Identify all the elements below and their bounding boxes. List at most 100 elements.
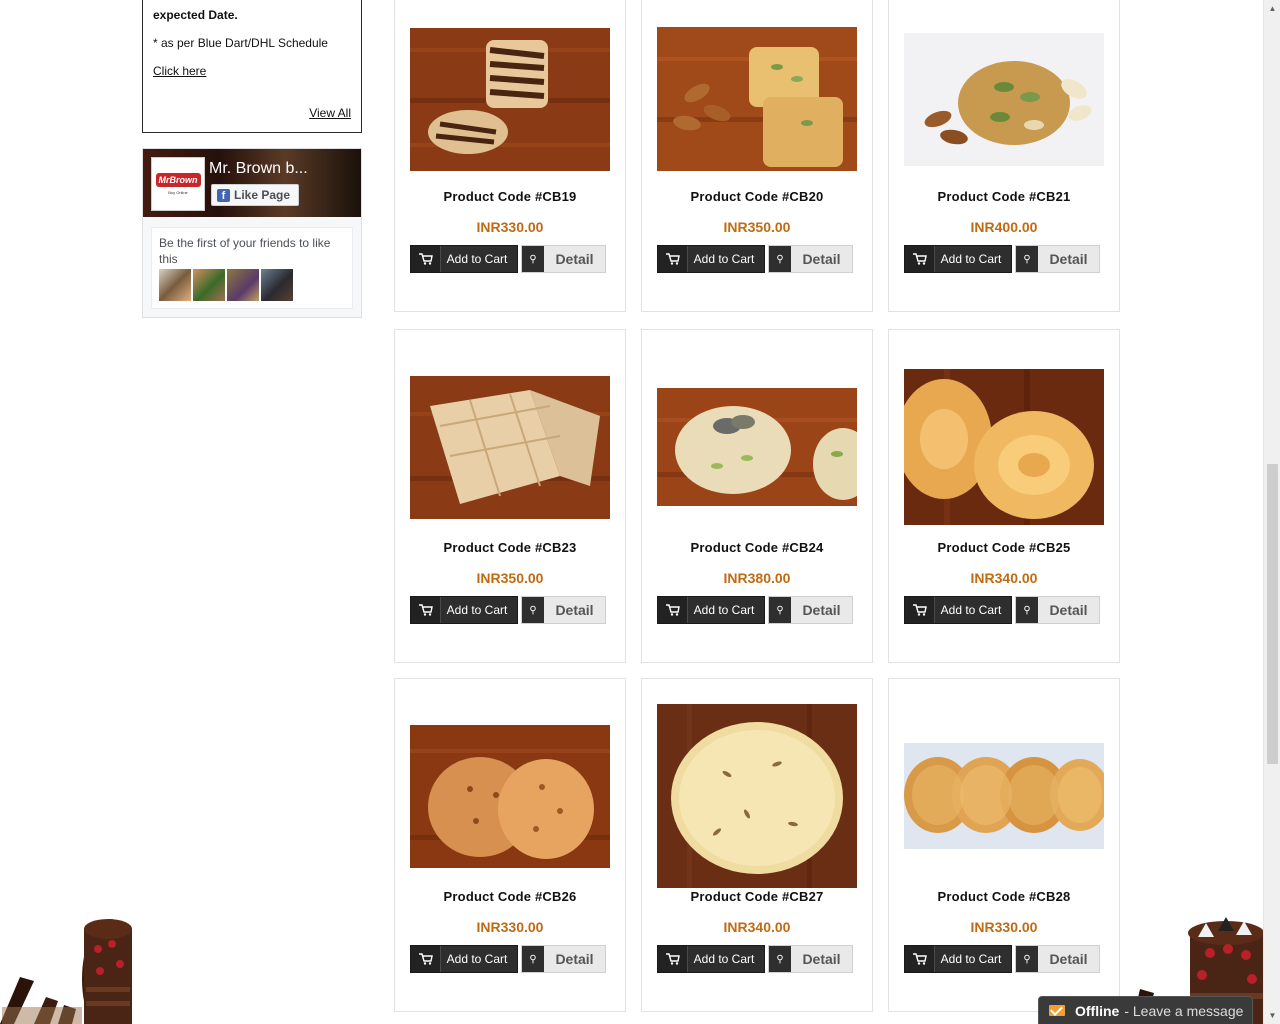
add-to-cart-label: Add to Cart [940,952,1002,966]
add-to-cart-button[interactable]: Add to Cart [904,245,1012,273]
facebook-cover-image: MrBrown Buy Online Mr. Brown b... f Like… [143,149,361,217]
add-to-cart-button[interactable]: Add to Cart [904,596,1012,624]
add-to-cart-label: Add to Cart [940,252,1002,266]
product-image-pista-cookie[interactable] [657,388,857,506]
facebook-friends-box: Be the first of your friends to like thi… [151,227,353,309]
product-code[interactable]: Product Code #CB20 [642,189,872,204]
detail-label: Detail [555,251,594,267]
add-to-cart-button[interactable]: Add to Cart [410,596,518,624]
product-price: INR350.00 [723,219,791,235]
magnifier-icon: ⚲ [1016,597,1038,623]
product-image-zebra-cookie[interactable] [410,28,610,171]
detail-label: Detail [555,951,594,967]
detail-button[interactable]: ⚲ Detail [521,245,606,273]
product-image-jeera-cookie[interactable] [657,704,857,888]
add-to-cart-button[interactable]: Add to Cart [410,945,518,973]
cart-icon [905,246,935,272]
click-here-link[interactable]: Click here [153,64,206,78]
add-to-cart-button[interactable]: Add to Cart [657,596,765,624]
product-image-diamond-cookie[interactable] [410,376,610,519]
facebook-like-page-button[interactable]: f Like Page [211,184,299,206]
shipping-info-note: * as per Blue Dart/DHL Schedule [153,36,328,50]
scrollbar-thumb[interactable] [1267,464,1278,764]
magnifier-icon: ⚲ [1016,946,1038,972]
shipping-info-box: expected Date. * as per Blue Dart/DHL Sc… [142,0,362,133]
product-image-swirl-cookie[interactable] [904,369,1104,525]
shipping-info-title: expected Date. [153,8,238,22]
product-price: INR350.00 [476,570,544,586]
avatar[interactable] [227,269,259,301]
detail-label: Detail [802,602,841,618]
product-code[interactable]: Product Code #CB21 [889,189,1119,204]
product-code[interactable]: Product Code #CB19 [395,189,625,204]
detail-label: Detail [1049,251,1088,267]
facebook-page-name[interactable]: Mr. Brown b... [209,160,308,178]
scroll-up-arrow-icon[interactable]: ▲ [1264,0,1280,17]
detail-button[interactable]: ⚲ Detail [768,945,853,973]
mr-brown-logo-mark: MrBrown [155,173,201,187]
left-page-margin [0,0,132,1024]
facebook-page-widget: MrBrown Buy Online Mr. Brown b... f Like… [142,148,362,318]
product-image-coconut-cookies[interactable] [904,743,1104,849]
product-price: INR330.00 [476,219,544,235]
product-image-round-cookie[interactable] [410,725,610,868]
add-to-cart-button[interactable]: Add to Cart [657,245,765,273]
avatar[interactable] [193,269,225,301]
add-to-cart-label: Add to Cart [940,603,1002,617]
chocolate-cake-decoration-left [0,919,132,1024]
mr-brown-logo[interactable]: MrBrown Buy Online [151,157,205,211]
chat-status: Offline [1075,1002,1120,1019]
right-page-margin [1131,0,1263,1024]
scroll-down-arrow-icon[interactable]: ▼ [1264,1007,1280,1024]
product-code[interactable]: Product Code #CB24 [642,540,872,555]
add-to-cart-label: Add to Cart [446,603,508,617]
detail-button[interactable]: ⚲ Detail [1015,945,1100,973]
facebook-friend-avatars [159,269,345,301]
magnifier-icon: ⚲ [522,597,544,623]
magnifier-icon: ⚲ [522,946,544,972]
product-card: Product Code #CB19 INR330.00 Add to Cart… [394,0,626,312]
product-image-almond-pista-cookie[interactable] [657,27,857,171]
mr-brown-logo-subtext: Buy Online [168,190,188,195]
cart-icon [411,246,441,272]
product-card: Product Code #CB23 INR350.00 Add to Cart… [394,329,626,663]
avatar[interactable] [159,269,191,301]
cart-icon [905,946,935,972]
magnifier-icon: ⚲ [769,246,791,272]
product-card: Product Code #CB25 INR340.00 Add to Cart… [888,329,1120,663]
detail-label: Detail [1049,602,1088,618]
magnifier-icon: ⚲ [522,246,544,272]
product-code[interactable]: Product Code #CB26 [395,889,625,904]
chat-message: - Leave a message [1124,1002,1244,1019]
detail-label: Detail [555,602,594,618]
add-to-cart-button[interactable]: Add to Cart [904,945,1012,973]
product-code[interactable]: Product Code #CB25 [889,540,1119,555]
product-code[interactable]: Product Code #CB28 [889,889,1119,904]
product-price: INR330.00 [970,919,1038,935]
product-card: Product Code #CB20 INR350.00 Add to Cart… [641,0,873,312]
product-price: INR340.00 [970,570,1038,586]
avatar[interactable] [261,269,293,301]
magnifier-icon: ⚲ [1016,246,1038,272]
add-to-cart-button[interactable]: Add to Cart [410,245,518,273]
view-all-link[interactable]: View All [309,106,351,120]
product-image-nut-cookie[interactable] [904,33,1104,166]
vertical-scrollbar[interactable]: ▲ ▼ [1263,0,1280,1024]
add-to-cart-button[interactable]: Add to Cart [657,945,765,973]
detail-button[interactable]: ⚲ Detail [521,596,606,624]
detail-button[interactable]: ⚲ Detail [768,245,853,273]
product-code[interactable]: Product Code #CB23 [395,540,625,555]
detail-button[interactable]: ⚲ Detail [1015,596,1100,624]
facebook-friends-text: Be the first of your friends to like thi… [159,236,331,266]
cart-icon [411,946,441,972]
product-price: INR340.00 [723,919,791,935]
detail-button[interactable]: ⚲ Detail [768,596,853,624]
product-card: Product Code #CB27 INR340.00 Add to Cart… [641,678,873,1012]
magnifier-icon: ⚲ [769,597,791,623]
detail-button[interactable]: ⚲ Detail [521,945,606,973]
detail-label: Detail [1049,951,1088,967]
product-code[interactable]: Product Code #CB27 [642,889,872,904]
detail-button[interactable]: ⚲ Detail [1015,245,1100,273]
offline-chat-widget[interactable]: Offline - Leave a message [1038,996,1253,1024]
product-card: Product Code #CB24 INR380.00 Add to Cart… [641,329,873,663]
